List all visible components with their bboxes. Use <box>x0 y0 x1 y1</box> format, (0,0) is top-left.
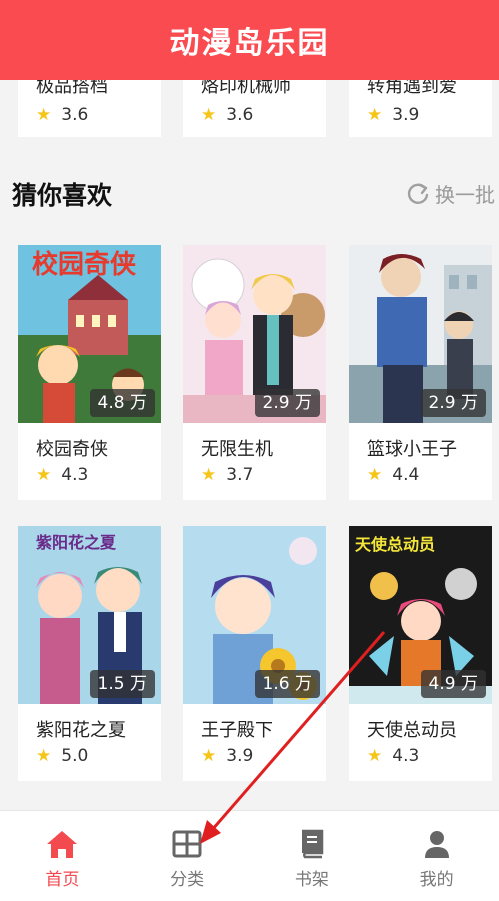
app-header: 动漫岛乐园 <box>0 0 499 80</box>
nav-home[interactable]: 首页 <box>0 811 125 901</box>
comic-card[interactable]: 2.9 万 篮球小王子 ★ 4.4 <box>349 245 492 500</box>
comic-title: 烙印机械师 <box>201 80 291 97</box>
rating-value: 3.6 <box>61 105 89 125</box>
rating: ★ 4.3 <box>367 746 419 766</box>
app-title: 动漫岛乐园 <box>169 26 330 61</box>
comic-cover: 天使总动员 4.9 万 <box>349 526 492 704</box>
svg-text:校园奇侠: 校园奇侠 <box>32 249 137 280</box>
nav-label-category: 分类 <box>170 870 205 890</box>
star-icon: ★ <box>36 105 52 125</box>
rating: ★ 3.9 <box>367 105 419 125</box>
star-icon: ★ <box>367 465 383 485</box>
nav-mine[interactable]: 我的 <box>374 811 499 901</box>
nav-bookshelf[interactable]: 书架 <box>250 811 375 901</box>
bottom-nav: 首页 分类 书架 我的 <box>0 810 499 901</box>
refresh-button[interactable]: 换一批 <box>405 179 495 208</box>
rating-value: 5.0 <box>61 746 89 766</box>
rating-value: 4.3 <box>392 746 420 766</box>
star-icon: ★ <box>367 746 383 766</box>
rating: ★ 3.9 <box>201 746 253 766</box>
svg-text:紫阳花之夏: 紫阳花之夏 <box>36 533 117 552</box>
views-badge: 1.5 万 <box>89 670 155 698</box>
comic-card[interactable]: 2.9 万 无限生机 ★ 3.7 <box>183 245 326 500</box>
comic-cover: 2.9 万 <box>349 245 492 423</box>
rating: ★ 4.3 <box>36 465 88 485</box>
views-badge: 2.9 万 <box>254 389 320 417</box>
star-icon: ★ <box>201 465 217 485</box>
rating: ★ 3.6 <box>201 105 253 125</box>
comic-card[interactable]: 紫阳花之夏 1.5 万 紫阳花之夏 ★ 5.0 <box>18 526 161 781</box>
rating-value: 3.7 <box>226 465 254 485</box>
views-badge: 4.8 万 <box>89 389 155 417</box>
refresh-icon <box>405 181 431 207</box>
star-icon: ★ <box>201 746 217 766</box>
comic-card-top-1[interactable]: 极品搭档 ★ 3.6 <box>18 80 161 137</box>
nav-label-home: 首页 <box>45 870 80 890</box>
views-badge: 4.9 万 <box>420 670 486 698</box>
rating-value: 3.6 <box>226 105 254 125</box>
star-icon: ★ <box>367 105 383 125</box>
comic-cover: 2.9 万 <box>183 245 326 423</box>
comic-title: 天使总动员 <box>367 720 457 741</box>
home-icon <box>45 829 79 859</box>
rating: ★ 3.6 <box>36 105 88 125</box>
comic-title: 无限生机 <box>201 439 273 460</box>
nav-label-bookshelf: 书架 <box>294 870 329 890</box>
comic-title: 篮球小王子 <box>367 439 457 460</box>
star-icon: ★ <box>36 465 52 485</box>
comic-card-top-2[interactable]: 烙印机械师 ★ 3.6 <box>183 80 326 137</box>
views-badge: 2.9 万 <box>420 389 486 417</box>
comic-cover: 校园奇侠 4.8 万 <box>18 245 161 423</box>
comic-card-top-3[interactable]: 转角遇到爱 ★ 3.9 <box>349 80 492 137</box>
rating-value: 3.9 <box>392 105 420 125</box>
rating: ★ 5.0 <box>36 746 88 766</box>
comic-card[interactable]: 天使总动员 4.9 万 天使总动员 ★ 4.3 <box>349 526 492 781</box>
rating: ★ 3.7 <box>201 465 253 485</box>
comic-title: 紫阳花之夏 <box>36 720 126 741</box>
grid-icon <box>172 829 202 859</box>
user-icon <box>422 829 452 859</box>
comic-title: 极品搭档 <box>36 80 108 97</box>
comic-card[interactable]: 校园奇侠 4.8 万 校园奇侠 ★ 4.3 <box>18 245 161 500</box>
nav-label-mine: 我的 <box>419 870 454 890</box>
star-icon: ★ <box>36 746 52 766</box>
refresh-label: 换一批 <box>435 183 495 207</box>
comic-title: 王子殿下 <box>201 720 273 741</box>
rating-value: 4.3 <box>61 465 89 485</box>
comic-cover: 1.6 万 <box>183 526 326 704</box>
content-scroll-area[interactable]: 极品搭档 ★ 3.6 烙印机械师 ★ 3.6 转角遇到爱 ★ 3.9 猜你喜欢 … <box>0 80 499 810</box>
rating-value: 4.4 <box>392 465 420 485</box>
views-badge: 1.6 万 <box>254 670 320 698</box>
nav-category[interactable]: 分类 <box>125 811 250 901</box>
svg-text:天使总动员: 天使总动员 <box>355 535 435 554</box>
book-icon <box>298 829 326 859</box>
rating: ★ 4.4 <box>367 465 419 485</box>
section-title: 猜你喜欢 <box>12 181 113 210</box>
rating-value: 3.9 <box>226 746 254 766</box>
star-icon: ★ <box>201 105 217 125</box>
comic-cover: 紫阳花之夏 1.5 万 <box>18 526 161 704</box>
comic-card[interactable]: 1.6 万 王子殿下 ★ 3.9 <box>183 526 326 781</box>
comic-title: 校园奇侠 <box>36 439 108 460</box>
comic-title: 转角遇到爱 <box>367 80 457 97</box>
